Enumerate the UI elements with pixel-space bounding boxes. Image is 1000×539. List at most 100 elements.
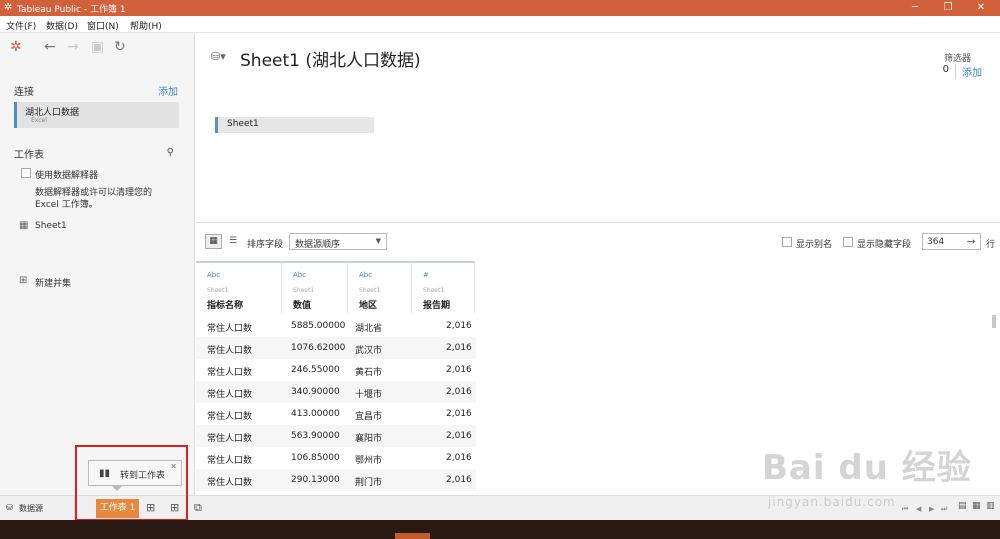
sort-select[interactable]: 数据源顺序 ▼ [289, 233, 387, 250]
taskbar-active-app[interactable] [395, 533, 430, 539]
column-name: 数值 [293, 301, 312, 311]
table-row: 常住人口数 290.13000 荆门市 2,016 [196, 469, 476, 491]
column-header[interactable]: Abc Sheet1 地区 [348, 261, 412, 313]
connections-title: 连接 [14, 87, 34, 98]
interpreter-desc-2: Excel 工作簿。 [35, 200, 98, 210]
add-connection-link[interactable]: 添加 [158, 83, 178, 98]
cell-region[interactable]: 荆门市 [355, 475, 382, 488]
cell-value[interactable]: 340.90000 [291, 387, 340, 397]
column-source: Sheet1 [293, 287, 315, 294]
restore-icon[interactable]: ❐ [933, 0, 963, 16]
canvas-area: ⛁▾ Sheet1 (湖北人口数据) 筛选器 0 添加 Sheet1 [196, 33, 1000, 223]
cell-period[interactable]: 2,016 [446, 365, 472, 375]
column-source: Sheet1 [423, 287, 445, 294]
watermark-brand: Bai du 经验 [762, 448, 972, 488]
tableau-home-icon[interactable]: ✲ [10, 39, 22, 55]
close-icon[interactable]: ✕ [966, 0, 996, 16]
new-story-icon[interactable]: ⧉ [194, 501, 202, 515]
add-filter-link[interactable]: 添加 [955, 64, 982, 79]
filters-count: 0 [942, 64, 949, 75]
cell-value[interactable]: 1076.62000 [291, 343, 345, 353]
arrow-right-icon[interactable]: ➙ [967, 235, 976, 248]
forward-arrow-icon[interactable]: → [67, 39, 79, 55]
interpreter-checkbox[interactable] [21, 168, 31, 178]
menu-file[interactable]: 文件(F) [6, 19, 36, 32]
grid-view-icon[interactable]: ▦ [205, 234, 222, 249]
cell-region[interactable]: 湖北省 [355, 321, 382, 334]
window-title: Tableau Public - 工作簿 1 [17, 5, 126, 15]
cell-region[interactable]: 宜昌市 [355, 409, 382, 422]
cell-value[interactable]: 246.55000 [291, 365, 340, 375]
menu-window[interactable]: 窗口(N) [87, 19, 119, 32]
save-icon[interactable]: ▣ [91, 39, 104, 55]
connection-item[interactable]: 湖北人口数据 Excel [14, 102, 179, 128]
tableau-logo-icon: ✲ [4, 2, 13, 13]
cell-region[interactable]: 襄阳市 [355, 431, 382, 444]
cell-indicator[interactable]: 常住人口数 [207, 343, 252, 356]
cell-indicator[interactable]: 常住人口数 [207, 431, 252, 444]
sheet-grid-icon: ▦ [19, 220, 29, 231]
cell-period[interactable]: 2,016 [446, 343, 472, 353]
cell-period[interactable]: 2,016 [446, 387, 472, 397]
main-area: ⛁▾ Sheet1 (湖北人口数据) 筛选器 0 添加 Sheet1 ▦ ☰ 排… [196, 33, 1000, 495]
refresh-icon[interactable]: ↻ [114, 39, 126, 55]
cell-region[interactable]: 武汉市 [355, 343, 382, 356]
cell-indicator[interactable]: 常住人口数 [207, 321, 252, 334]
canvas-table-label: Sheet1 [227, 119, 259, 129]
cell-region[interactable]: 十堰市 [355, 387, 382, 400]
toolbar: ✲ ← → ▣ ↻ [0, 33, 195, 63]
cell-value[interactable]: 106.85000 [291, 453, 340, 463]
sheet-item-sheet1[interactable]: Sheet1 [35, 221, 67, 231]
filters-label: 筛选器 [943, 54, 971, 64]
menu-help[interactable]: 帮助(H) [130, 19, 162, 32]
search-icon[interactable]: ⚲ [167, 147, 174, 158]
cell-period[interactable]: 2,016 [446, 453, 472, 463]
os-taskbar [0, 520, 1000, 539]
page-title[interactable]: Sheet1 (湖北人口数据) [240, 46, 421, 71]
cell-region[interactable]: 黄石市 [355, 365, 382, 378]
cell-region[interactable]: 鄂州市 [355, 453, 382, 466]
back-arrow-icon[interactable]: ← [44, 39, 56, 55]
column-header[interactable]: # Sheet1 报告期 [412, 261, 475, 313]
row-count-input[interactable]: 364 ➙ [922, 233, 981, 250]
database-icon: ⛁ [6, 503, 13, 512]
cell-indicator[interactable]: 常住人口数 [207, 365, 252, 378]
cell-value[interactable]: 290.13000 [291, 475, 340, 485]
show-hidden-checkbox[interactable] [843, 237, 853, 247]
cell-value[interactable]: 5885.00000 [291, 321, 345, 331]
sort-label: 排序字段 [247, 240, 284, 250]
cell-period[interactable]: 2,016 [446, 431, 472, 441]
number-type-icon: # [423, 271, 429, 279]
cell-indicator[interactable]: 常住人口数 [207, 475, 252, 488]
menu-data[interactable]: 数据(D) [46, 19, 78, 32]
table-row: 常住人口数 246.55000 黄石市 2,016 [196, 359, 476, 381]
vertical-scrollbar[interactable] [992, 315, 996, 328]
row-unit-label: 行 [986, 240, 996, 250]
column-source: Sheet1 [207, 287, 229, 294]
table-row: 常住人口数 563.90000 襄阳市 2,016 [196, 425, 476, 447]
cell-indicator[interactable]: 常住人口数 [207, 387, 252, 400]
minimize-icon[interactable]: ─ [900, 0, 930, 16]
title-bar: ✲ Tableau Public - 工作簿 1 ─ ❐ ✕ [0, 0, 1000, 16]
show-alias-label: 显示别名 [796, 240, 833, 250]
cell-period[interactable]: 2,016 [446, 409, 472, 419]
show-alias-checkbox[interactable] [782, 237, 792, 247]
cell-value[interactable]: 413.00000 [291, 409, 340, 419]
cell-indicator[interactable]: 常住人口数 [207, 409, 252, 422]
table-row: 常住人口数 1076.62000 武汉市 2,016 [196, 337, 476, 359]
canvas-table-sheet1[interactable]: Sheet1 [215, 117, 374, 133]
cell-indicator[interactable]: 常住人口数 [207, 453, 252, 466]
table-row: 常住人口数 413.00000 宜昌市 2,016 [196, 403, 476, 425]
new-union-item[interactable]: 新建并集 [35, 276, 71, 289]
tab-datasource[interactable]: ⛁ 数据源 [0, 496, 75, 520]
menu-bar: 文件(F) 数据(D) 窗口(N) 帮助(H) [0, 16, 1000, 33]
cell-value[interactable]: 563.90000 [291, 431, 340, 441]
show-tabs-icon[interactable]: ▥ [986, 501, 995, 511]
cell-period[interactable]: 2,016 [446, 475, 472, 485]
database-icon[interactable]: ⛁▾ [211, 50, 226, 63]
cell-period[interactable]: 2,016 [446, 321, 472, 331]
list-view-icon[interactable]: ☰ [226, 234, 240, 249]
column-header[interactable]: Abc Sheet1 指标名称 [196, 261, 282, 313]
column-header[interactable]: Abc Sheet1 数值 [282, 261, 348, 313]
column-source: Sheet1 [359, 287, 381, 294]
